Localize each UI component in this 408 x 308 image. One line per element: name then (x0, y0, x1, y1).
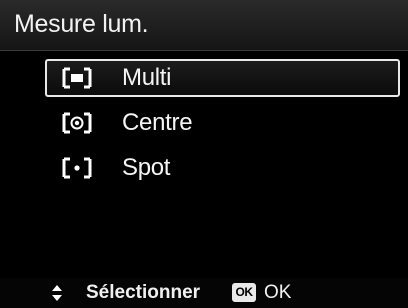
row-box (45, 149, 400, 187)
row-box (45, 104, 400, 142)
footer-hint-bar: Sélectionner OK OK (0, 278, 408, 308)
menu-item-label: Centre (122, 109, 193, 136)
multi-metering-icon (62, 67, 92, 89)
menu-item-centre[interactable]: Centre (0, 104, 408, 146)
selection-highlight (45, 59, 400, 97)
page-title: Mesure lum. (14, 10, 149, 38)
menu-item-multi[interactable]: Multi (0, 59, 408, 101)
up-down-arrows-icon (52, 285, 62, 301)
menu-item-label: Spot (122, 154, 171, 181)
spot-metering-icon (62, 157, 92, 179)
metering-menu: Multi Centre Spot (0, 56, 408, 191)
ok-hint-label: OK (264, 282, 292, 303)
center-weighted-metering-icon (62, 112, 92, 134)
camera-menu-screen: Mesure lum. Multi Centre Spot Sélectionn… (0, 0, 408, 308)
select-hint-label: Sélectionner (86, 282, 201, 303)
menu-item-label: Multi (122, 64, 172, 91)
title-bar: Mesure lum. (0, 0, 408, 51)
ok-button-icon: OK (232, 283, 256, 302)
menu-item-spot[interactable]: Spot (0, 149, 408, 191)
